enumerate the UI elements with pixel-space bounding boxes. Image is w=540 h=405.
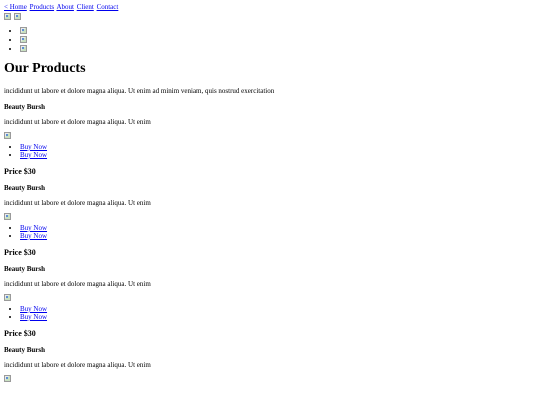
list-item: Buy Now (20, 232, 536, 240)
broken-image-icon (4, 132, 11, 139)
list-item (20, 27, 536, 36)
product-card: Beauty Bursh incididunt ut labore et dol… (4, 103, 536, 176)
broken-image-icon[interactable] (20, 27, 27, 34)
broken-image-icon[interactable] (20, 36, 27, 43)
broken-image-icon (4, 13, 11, 20)
intro-text: incididunt ut labore et dolore magna ali… (4, 87, 275, 95)
product-description: incididunt ut labore et dolore magna ali… (4, 361, 151, 369)
broken-image-icon (13, 13, 21, 20)
product-price: Price $30 (4, 167, 36, 176)
product-price: Price $30 (4, 329, 36, 338)
nav-link-client[interactable]: Client (77, 3, 94, 11)
header-images (4, 13, 536, 21)
product-card: Beauty Bursh incididunt ut labore et dol… (4, 184, 536, 257)
page-title: Our Products (4, 61, 86, 76)
product-image (4, 294, 536, 302)
buy-now-link[interactable]: Buy Now (20, 305, 47, 313)
broken-image-icon (4, 294, 11, 301)
product-card: Beauty Bursh incididunt ut labore et dol… (4, 346, 536, 383)
product-description: incididunt ut labore et dolore magna ali… (4, 118, 151, 126)
product-name: Beauty Bursh (4, 346, 46, 354)
top-nav: < Home Products About Client Contact (4, 3, 536, 11)
social-icon-list (4, 27, 536, 54)
list-item (20, 36, 536, 45)
broken-image-icon (4, 375, 11, 382)
page: < Home Products About Client Contact Our… (0, 0, 540, 405)
product-name: Beauty Bursh (4, 103, 46, 111)
nav-link-products[interactable]: Products (30, 3, 55, 11)
nav-link-about[interactable]: About (56, 3, 74, 11)
list-item: Buy Now (20, 313, 536, 321)
buy-now-link[interactable]: Buy Now (20, 313, 47, 321)
product-name: Beauty Bursh (4, 184, 46, 192)
buy-now-link[interactable]: Buy Now (20, 224, 47, 232)
list-item: Buy Now (20, 151, 536, 159)
nav-link-home[interactable]: < Home (4, 3, 27, 11)
buy-now-link[interactable]: Buy Now (20, 143, 47, 151)
product-actions: Buy Now Buy Now (4, 305, 536, 321)
list-item: Buy Now (20, 224, 536, 232)
product-price: Price $30 (4, 248, 36, 257)
product-actions: Buy Now Buy Now (4, 224, 536, 240)
product-name: Beauty Bursh (4, 265, 46, 273)
list-item: Buy Now (20, 305, 536, 313)
product-image (4, 375, 536, 383)
product-description: incididunt ut labore et dolore magna ali… (4, 280, 151, 288)
list-item: Buy Now (20, 143, 536, 151)
product-image (4, 132, 536, 140)
broken-image-icon[interactable] (20, 45, 27, 52)
product-image (4, 213, 536, 221)
nav-link-contact[interactable]: Contact (97, 3, 119, 11)
product-actions: Buy Now Buy Now (4, 143, 536, 159)
product-card: Beauty Bursh incididunt ut labore et dol… (4, 265, 536, 338)
broken-image-icon (4, 213, 11, 220)
buy-now-link[interactable]: Buy Now (20, 232, 47, 240)
buy-now-link[interactable]: Buy Now (20, 151, 47, 159)
list-item (20, 45, 536, 54)
product-description: incididunt ut labore et dolore magna ali… (4, 199, 151, 207)
